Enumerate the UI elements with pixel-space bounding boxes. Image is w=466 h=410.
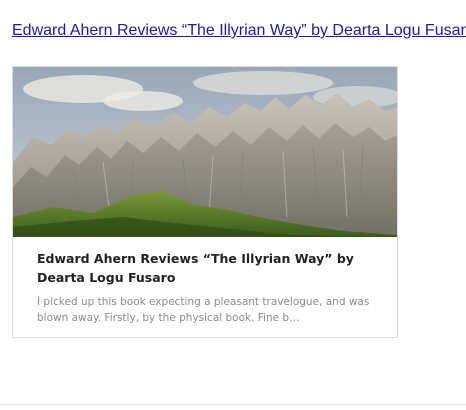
post-title-link[interactable]: Edward Ahern Reviews “The Illyrian Way” … xyxy=(12,21,466,41)
divider xyxy=(0,404,466,405)
post-card-title[interactable]: Edward Ahern Reviews “The Illyrian Way” … xyxy=(37,249,357,287)
post-card-excerpt: I picked up this book expecting a pleasa… xyxy=(37,296,370,324)
post-featured-image[interactable] xyxy=(13,67,397,237)
post-card[interactable]: Edward Ahern Reviews “The Illyrian Way” … xyxy=(12,66,398,338)
